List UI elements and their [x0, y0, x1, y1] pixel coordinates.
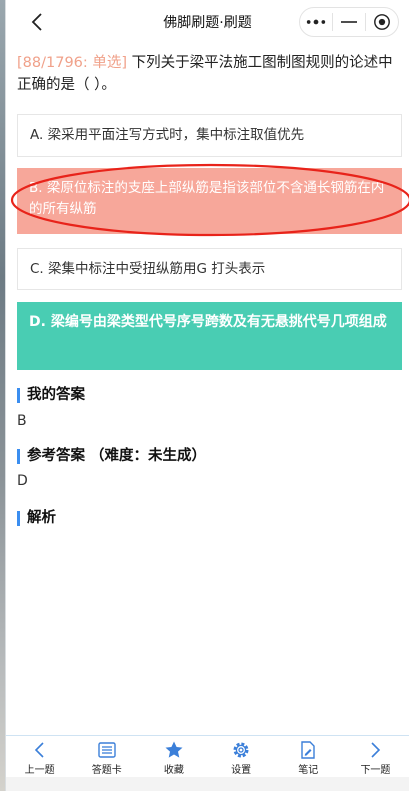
tab-favorite[interactable]: 收藏: [140, 736, 207, 777]
analysis-title: 解析: [17, 509, 56, 527]
chevron-right-icon: [371, 742, 381, 758]
chevron-left-icon: [34, 742, 44, 758]
note-pen-icon: [301, 741, 315, 759]
target-circle-icon: [374, 14, 390, 30]
tab-label: 设置: [231, 765, 252, 776]
gear-icon: [233, 742, 249, 758]
close-miniprogram-button[interactable]: [366, 8, 398, 36]
bottom-tab-bar: 上一题 答题卡 收藏 设置 笔记 下一题: [6, 735, 409, 777]
tab-label: 上一题: [24, 765, 55, 776]
reference-answer-title: 参考答案 （难度：未生成）: [17, 447, 206, 465]
tab-label: 答题卡: [91, 765, 122, 776]
option-b[interactable]: B. 梁原位标注的支座上部纵筋是指该部位不含通长钢筋在内的所有纵筋: [17, 168, 402, 234]
tab-label: 笔记: [298, 765, 319, 776]
tab-answer-card[interactable]: 答题卡: [73, 736, 140, 777]
more-dots-icon: [306, 19, 326, 25]
my-answer-value: B: [17, 413, 27, 429]
tab-label: 下一题: [360, 765, 391, 776]
tab-next[interactable]: 下一题: [342, 736, 409, 777]
more-button[interactable]: [300, 8, 332, 36]
my-answer-title: 我的答案: [17, 386, 85, 404]
phone-screen: 佛脚刷题·刷题 [88/1796: 单选] 下列关于梁平法施工图制图规则的论述中…: [5, 0, 409, 791]
minus-icon: [341, 21, 357, 23]
mini-program-capsule: [299, 7, 399, 37]
option-a[interactable]: A. 梁采用平面注写方式时，集中标注取值优先: [17, 114, 402, 157]
tab-notes[interactable]: 笔记: [275, 736, 342, 777]
question-text: [88/1796: 单选] 下列关于梁平法施工图制图规则的论述中正确的是（ ）。: [17, 52, 402, 96]
star-icon: [165, 741, 183, 758]
minimize-button[interactable]: [333, 8, 365, 36]
nav-header: 佛脚刷题·刷题: [6, 0, 409, 44]
tab-previous[interactable]: 上一题: [6, 736, 73, 777]
reference-answer-value: D: [17, 473, 28, 489]
list-card-icon: [98, 742, 116, 758]
tab-label: 收藏: [163, 765, 184, 776]
option-c[interactable]: C. 梁集中标注中受扭纵筋用G 打头表示: [17, 248, 402, 290]
option-d[interactable]: D. 梁编号由梁类型代号序号跨数及有无悬挑代号几项组成: [17, 302, 402, 370]
question-index-tag: [88/1796: 单选]: [17, 55, 128, 71]
tab-settings[interactable]: 设置: [208, 736, 275, 777]
home-indicator-strip: [6, 777, 409, 791]
